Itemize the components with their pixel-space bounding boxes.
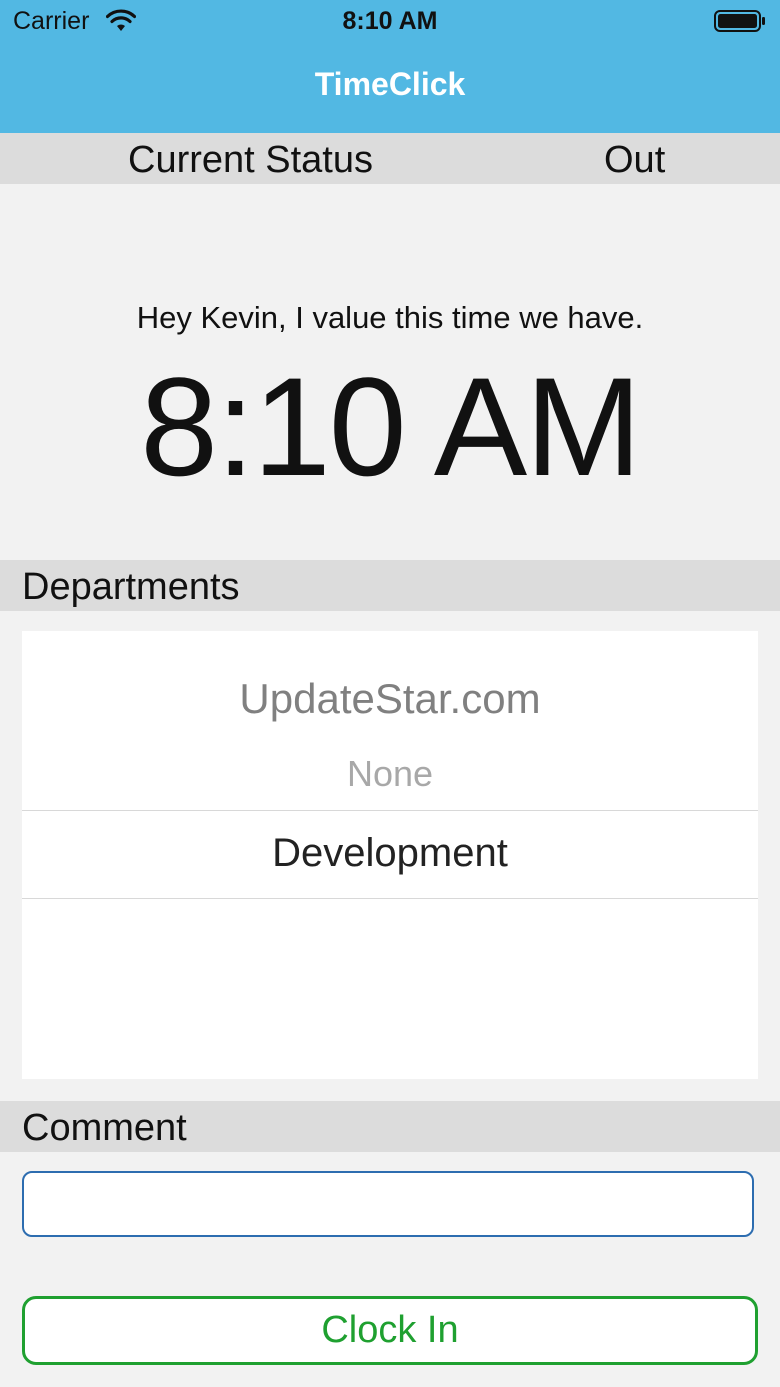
picker-selection-top-line (22, 810, 758, 811)
app-title: TimeClick (314, 66, 466, 102)
watermark-text: UpdateStar.com (239, 675, 541, 722)
current-status-row: Current Status Out (0, 133, 780, 184)
current-time-display: 8:10 AM (140, 348, 642, 505)
comment-header: Comment (0, 1101, 780, 1152)
status-bar: Carrier 8:10 AM (0, 0, 780, 44)
department-picker[interactable]: UpdateStar.com None Development (22, 631, 758, 1079)
picker-selection-bottom-line (22, 898, 758, 899)
comment-input[interactable] (22, 1171, 754, 1237)
departments-label: Departments (22, 566, 240, 608)
picker-option-development[interactable]: Development (22, 831, 758, 876)
greeting-text: Hey Kevin, I value this time we have. (136, 300, 644, 335)
status-bar-time: 8:10 AM (342, 7, 438, 35)
picker-option-none[interactable]: None (22, 753, 758, 795)
nav-bar: Carrier 8:10 AM TimeClick (0, 0, 780, 133)
status-label: Current Status (128, 139, 373, 181)
comment-label: Comment (22, 1107, 187, 1149)
clock-in-button[interactable]: Clock In (22, 1296, 758, 1365)
status-value: Out (604, 139, 666, 181)
battery-icon (714, 10, 765, 32)
departments-header: Departments (0, 560, 780, 611)
